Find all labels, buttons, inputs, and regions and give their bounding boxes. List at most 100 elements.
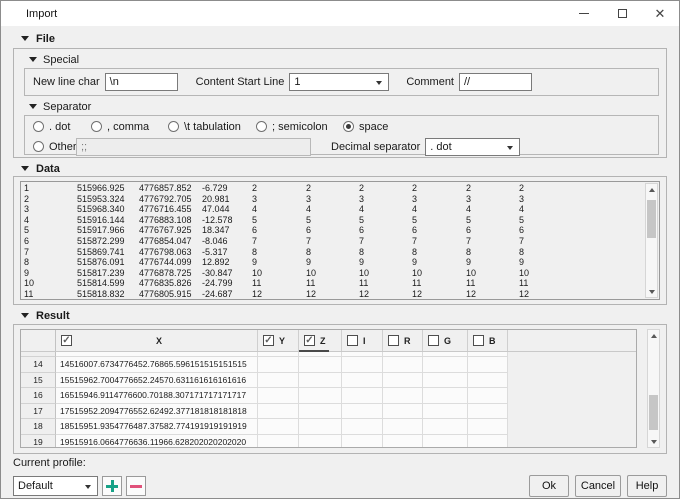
result-vertical-scrollbar[interactable] (647, 329, 660, 448)
decimal-separator-select[interactable]: . dot (425, 137, 521, 156)
table-cell: 515966.925 (77, 183, 125, 193)
result-section-header[interactable]: Result (21, 309, 667, 322)
table-row[interactable]: 10 515814.599 4776835.826 -24.799 11 11 11 11 11… (21, 278, 643, 289)
ok-button[interactable]: Ok (529, 475, 569, 497)
radio-icon (33, 141, 44, 152)
column-header-b[interactable]: B (468, 330, 508, 351)
content-start-line-label: Content Start Line (195, 76, 285, 88)
remove-profile-button[interactable] (126, 476, 146, 496)
scroll-down-button[interactable] (648, 436, 659, 447)
row-number-cell: 18 (21, 419, 56, 435)
other-separator-input[interactable]: ;; (76, 137, 311, 156)
separator-radio-tabulation[interactable]: \t tabulation (168, 121, 256, 133)
data-section-header[interactable]: Data (21, 162, 667, 175)
table-cell (423, 434, 468, 447)
table-cell: 9 (412, 257, 418, 268)
data-vertical-scrollbar[interactable] (645, 183, 658, 298)
new-line-char-input[interactable]: \n (104, 73, 178, 91)
close-button[interactable]: ✕ (641, 1, 679, 26)
data-groupbox: 1 515966.925 4776857.852 -6.729 2 2 2 2 2 2 2 51595… (13, 176, 667, 305)
table-cell: 4776767.925 (139, 225, 192, 236)
table-row[interactable]: 9 515817.239 4776878.725 -30.847 10 10 10 10 10 1… (21, 268, 643, 279)
table-cell: 2 (359, 183, 365, 193)
content-start-line-select[interactable]: 1 (289, 73, 390, 91)
table-row[interactable]: 16 16515946.9114776600.70188.307171717171… (21, 388, 636, 404)
scroll-up-button[interactable] (648, 330, 659, 341)
file-section-header[interactable]: File (21, 32, 667, 45)
cancel-button[interactable]: Cancel (575, 475, 621, 497)
column-header-x[interactable]: ✓ X (56, 330, 258, 351)
table-cell: 4 (359, 204, 365, 215)
table-cell (468, 403, 508, 419)
scroll-track[interactable] (648, 341, 659, 436)
table-cell: 7 (24, 246, 30, 257)
table-row[interactable]: 14 14516007.6734776452.76865.596151515151… (21, 357, 636, 373)
column-label: Y (279, 335, 286, 346)
checkbox-icon[interactable]: ✓ (61, 335, 72, 346)
separator-section-header[interactable]: Separator (29, 100, 659, 113)
separator-radio-comma[interactable]: , comma (91, 121, 168, 133)
result-section-label: Result (36, 309, 70, 322)
table-row[interactable]: 7 515869.741 4776798.063 -5.317 8 8 8 8 8 8 (21, 247, 643, 258)
column-header-r[interactable]: R (383, 330, 423, 351)
table-row[interactable]: 1 515966.925 4776857.852 -6.729 2 2 2 2 2 2 (21, 183, 643, 194)
table-row[interactable]: 2 515953.324 4776792.705 20.981 3 3 3 3 3 3 (21, 194, 643, 205)
scroll-down-button[interactable] (646, 286, 657, 297)
table-row[interactable]: 18 18515951.9354776487.37582.774191919191… (21, 419, 636, 435)
table-cell (383, 372, 423, 388)
table-row[interactable]: 19 19515916.0664776636.11966.628202020202… (21, 434, 636, 447)
checkbox-icon[interactable]: ✓ (304, 335, 315, 346)
table-cell (258, 403, 299, 419)
separator-radio-semicolon[interactable]: ; semicolon (256, 121, 343, 133)
table-row[interactable]: 11 515818.832 4776805.915 -24.687 12 12 12 12 12… (21, 288, 643, 299)
checkbox-icon[interactable] (473, 335, 484, 346)
column-header-z[interactable]: ✓ Z (299, 330, 342, 352)
column-label: X (155, 335, 162, 346)
table-row[interactable]: 8 515876.091 4776744.099 12.892 9 9 9 9 9 9 (21, 257, 643, 268)
profile-select[interactable]: Default (13, 476, 98, 496)
checkbox-icon[interactable] (388, 335, 399, 346)
checkbox-icon[interactable]: ✓ (263, 335, 274, 346)
table-cell (423, 357, 468, 373)
checkbox-icon[interactable] (428, 335, 439, 346)
table-row[interactable]: 17 17515952.2094776552.62492.377181818181… (21, 403, 636, 419)
table-cell (299, 372, 342, 388)
table-cell: 8 (359, 246, 365, 257)
comment-label: Comment (406, 76, 454, 88)
column-header-g[interactable]: G (423, 330, 468, 351)
column-header-y[interactable]: ✓ Y (258, 330, 299, 351)
comment-input[interactable]: // (459, 73, 532, 91)
checkbox-icon[interactable] (347, 335, 358, 346)
table-cell (468, 357, 508, 373)
help-button[interactable]: Help (627, 475, 667, 497)
table-cell (299, 357, 342, 373)
separator-radio-space[interactable]: space (343, 121, 388, 133)
table-row[interactable]: 15 15515962.7004776652.24570.631161616161… (21, 372, 636, 388)
column-header-i[interactable]: I (342, 330, 383, 351)
scroll-track[interactable] (646, 195, 657, 286)
table-cell: 12 (359, 288, 370, 299)
scroll-up-button[interactable] (646, 184, 657, 195)
minimize-button[interactable] (565, 1, 603, 26)
row-filler (508, 419, 636, 435)
add-profile-button[interactable] (102, 476, 122, 496)
new-line-char-label: New line char (33, 76, 100, 88)
row-filler (508, 357, 636, 373)
table-row[interactable]: 3 515968.340 4776716.455 47.044 4 4 4 4 4 4 (21, 204, 643, 215)
table-row[interactable]: 5 515917.966 4776767.925 18.347 6 6 6 6 6 6 (21, 225, 643, 236)
maximize-button[interactable] (603, 1, 641, 26)
scroll-thumb[interactable] (647, 200, 656, 238)
table-cell: 7 (412, 235, 418, 246)
separator-radio-other[interactable]: Other (33, 141, 77, 153)
special-section-header[interactable]: Special (29, 53, 659, 66)
table-cell: 10 (412, 267, 423, 278)
scroll-thumb[interactable] (649, 395, 658, 430)
table-cell: 4776878.725 (139, 267, 192, 278)
arrow-down-icon (650, 439, 657, 444)
table-cell: 5 (252, 214, 258, 225)
separator-radio-dot[interactable]: . dot (33, 121, 91, 133)
table-row[interactable]: 6 515872.299 4776854.047 -8.046 7 7 7 7 7 7 (21, 236, 643, 247)
row-filler (508, 403, 636, 419)
table-row[interactable]: 4 515916.144 4776883.108 -12.578 5 5 5 5 5 5 (21, 215, 643, 226)
table-cell: 515872.299 (77, 235, 125, 246)
